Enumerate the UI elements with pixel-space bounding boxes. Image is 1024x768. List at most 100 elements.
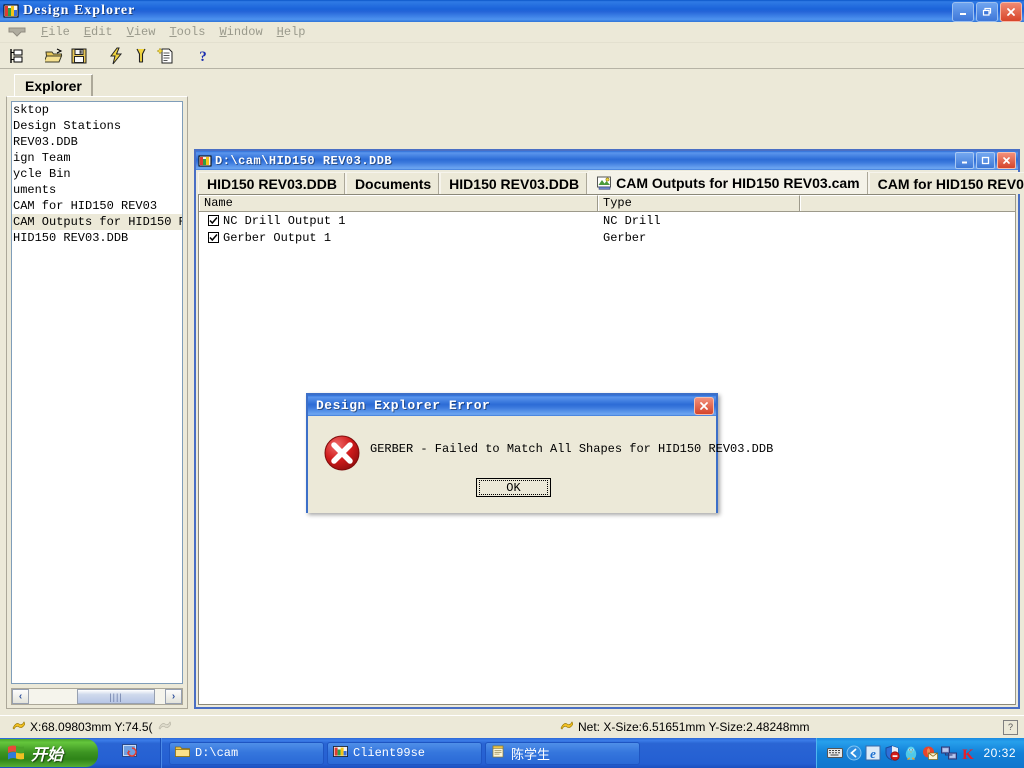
antivirus-shield-icon[interactable] bbox=[884, 745, 901, 761]
workspace-panel-icon[interactable] bbox=[6, 45, 28, 67]
show-desktop-icon[interactable] bbox=[121, 743, 138, 763]
lightning-run-icon[interactable] bbox=[105, 45, 127, 67]
mail-icon[interactable] bbox=[922, 745, 939, 761]
toolbar-separator bbox=[180, 45, 189, 67]
tab-cam-outputs-for-hid150-rev03-cam[interactable]: CAM Outputs for HID150 REV03.cam bbox=[588, 171, 869, 194]
scroll-thumb[interactable]: |||| bbox=[77, 689, 155, 704]
tab-label: Documents bbox=[354, 175, 432, 192]
status-net-size-text: Net: X-Size:6.51651mm Y-Size:2.48248mm bbox=[578, 720, 810, 734]
taskbar: 开始 D:\cam Client99se 陈学生 e K 20:32 bbox=[0, 738, 1024, 768]
row-name-label: Gerber Output 1 bbox=[223, 230, 332, 245]
menu-item-view[interactable]: View bbox=[120, 23, 163, 41]
network-icon[interactable] bbox=[941, 745, 958, 761]
taskbar-clock[interactable]: 20:32 bbox=[983, 746, 1016, 760]
tree-item[interactable]: Design Stations bbox=[12, 118, 182, 134]
toolbar-separator bbox=[93, 45, 102, 67]
tab-documents[interactable]: Documents bbox=[345, 172, 441, 194]
tab-explorer[interactable]: Explorer bbox=[14, 74, 93, 97]
column-header-extra[interactable] bbox=[800, 195, 1015, 211]
scroll-grip: |||| bbox=[109, 691, 123, 702]
tree-item[interactable]: REV03.DDB bbox=[12, 134, 182, 150]
start-button[interactable]: 开始 bbox=[0, 739, 98, 767]
menu-item-tools[interactable]: Tools bbox=[162, 23, 212, 41]
dialog-title-bar: Design Explorer Error bbox=[308, 395, 716, 416]
tree-item[interactable]: HID150 REV03.DDB bbox=[12, 230, 182, 246]
open-folder-icon[interactable] bbox=[43, 45, 65, 67]
work-area: Explorer sktop Design Stations REV03.DDB… bbox=[0, 69, 1024, 715]
kingsoft-k-icon[interactable]: K bbox=[960, 745, 976, 763]
qq-penguin-icon[interactable] bbox=[903, 745, 919, 761]
keyboard-ime-icon[interactable] bbox=[827, 745, 844, 761]
taskbar-item-label: Client99se bbox=[353, 746, 426, 760]
taskbar-item-client99se[interactable]: Client99se bbox=[327, 741, 482, 765]
taskbar-item-d-cam[interactable]: D:\cam bbox=[169, 741, 324, 765]
explorer-tree[interactable]: sktop Design Stations REV03.DDB ign Team… bbox=[11, 101, 183, 684]
tree-item[interactable]: CAM for HID150 REV03 bbox=[12, 198, 182, 214]
scroll-left-icon[interactable]: ‹ bbox=[12, 689, 29, 704]
table-row[interactable]: Gerber Output 1 Gerber bbox=[199, 229, 1015, 246]
tree-item[interactable]: ign Team bbox=[12, 150, 182, 166]
row-name-label: NC Drill Output 1 bbox=[223, 213, 346, 228]
table-row[interactable]: NC Drill Output 1 NC Drill bbox=[199, 212, 1015, 229]
tab-cam-for-hid150-rev03[interactable]: CAM for HID150 REV03 bbox=[868, 172, 1024, 194]
ok-button[interactable]: OK bbox=[476, 478, 551, 497]
tools-wrench-icon[interactable] bbox=[130, 45, 152, 67]
tree-item-selected[interactable]: CAM Outputs for HID150 REVO bbox=[12, 214, 182, 230]
taskbar-item-label: D:\cam bbox=[195, 746, 239, 760]
row-checkbox[interactable] bbox=[208, 215, 219, 226]
menu-item-window[interactable]: Window bbox=[212, 23, 269, 41]
save-icon[interactable] bbox=[68, 45, 90, 67]
tab-explorer-label: Explorer bbox=[25, 78, 82, 94]
notepad-icon bbox=[491, 745, 506, 762]
explorer-sidebar: Explorer sktop Design Stations REV03.DDB… bbox=[6, 73, 188, 709]
column-header-type[interactable]: Type bbox=[598, 195, 800, 211]
sidebar-panel: sktop Design Stations REV03.DDB ign Team… bbox=[6, 96, 188, 709]
hide-arrow-icon[interactable] bbox=[846, 745, 862, 761]
status-bar: X:68.09803mm Y:74.5( Net: X-Size:6.51651… bbox=[0, 715, 1024, 738]
column-header-name[interactable]: Name bbox=[199, 195, 598, 211]
toolbar-chevron-icon[interactable] bbox=[0, 22, 34, 42]
pen-cursor-icon-dim bbox=[158, 720, 171, 734]
menu-item-help[interactable]: Help bbox=[270, 23, 313, 41]
tab-label: HID150 REV03.DDB bbox=[207, 175, 337, 192]
toolbar-separator bbox=[31, 45, 40, 67]
pen-cursor-icon bbox=[12, 720, 26, 734]
window-controls bbox=[952, 2, 1022, 22]
row-type-cell: NC Drill bbox=[603, 213, 661, 228]
tree-item[interactable]: uments bbox=[12, 182, 182, 198]
minimize-button[interactable] bbox=[952, 2, 974, 22]
close-button[interactable] bbox=[1000, 2, 1022, 22]
internet-explorer-icon[interactable]: e bbox=[865, 745, 881, 761]
mdi-maximize-button[interactable] bbox=[976, 152, 995, 169]
row-name-cell: Gerber Output 1 bbox=[199, 231, 598, 245]
restore-button[interactable] bbox=[976, 2, 998, 22]
tab-hid150-rev03-ddb-1[interactable]: HID150 REV03.DDB bbox=[198, 172, 346, 194]
mdi-minimize-button[interactable] bbox=[955, 152, 974, 169]
help-question-icon[interactable]: ? bbox=[192, 45, 214, 67]
mdi-close-button[interactable] bbox=[997, 152, 1016, 169]
taskbar-item-label: 陈学生 bbox=[511, 747, 551, 763]
error-icon bbox=[323, 434, 361, 472]
mdi-tabstrip: HID150 REV03.DDB Documents HID150 REV03.… bbox=[196, 170, 1024, 194]
tab-label: CAM Outputs for HID150 REV03.cam bbox=[616, 175, 860, 191]
sidebar-horizontal-scrollbar[interactable]: ‹ |||| › bbox=[11, 688, 183, 705]
dialog-close-button[interactable] bbox=[694, 397, 714, 415]
scroll-right-icon[interactable]: › bbox=[165, 689, 182, 704]
tab-hid150-rev03-ddb-2[interactable]: HID150 REV03.DDB bbox=[440, 172, 589, 194]
dialog-title-text: Design Explorer Error bbox=[316, 398, 491, 413]
scroll-track[interactable]: |||| bbox=[29, 689, 165, 704]
status-help-icon[interactable]: ? bbox=[1003, 719, 1018, 735]
window-title: Design Explorer bbox=[23, 3, 136, 18]
row-checkbox[interactable] bbox=[208, 232, 219, 243]
cam-outputs-icon bbox=[597, 176, 612, 190]
tree-item[interactable]: sktop bbox=[12, 102, 182, 118]
ddb-document-icon bbox=[198, 154, 212, 168]
menu-item-file[interactable]: File bbox=[34, 23, 77, 41]
sidebar-tabstrip: Explorer bbox=[6, 73, 188, 97]
row-name-cell: NC Drill Output 1 bbox=[199, 214, 598, 228]
new-document-icon[interactable] bbox=[155, 45, 177, 67]
menu-item-edit[interactable]: Edit bbox=[77, 23, 120, 41]
application-window: Design Explorer File Edit View Tools Win… bbox=[0, 0, 1024, 768]
tree-item[interactable]: ycle Bin bbox=[12, 166, 182, 182]
taskbar-item-chen-xuesheng[interactable]: 陈学生 bbox=[485, 741, 640, 765]
